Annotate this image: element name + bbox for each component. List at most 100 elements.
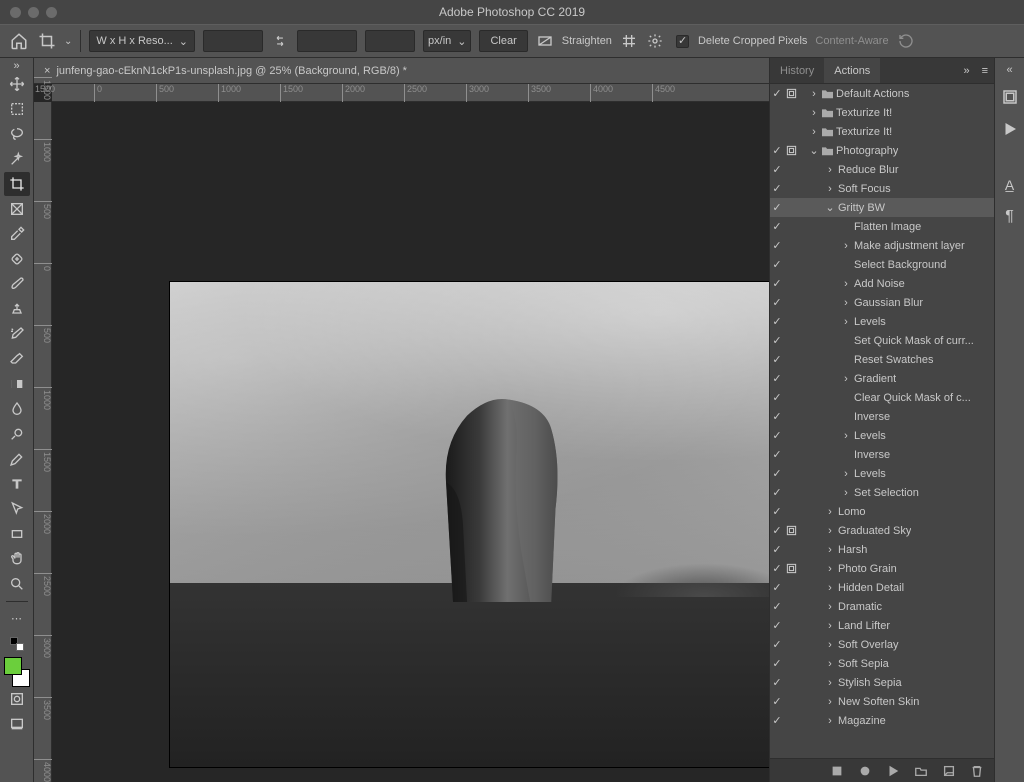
stop-icon[interactable] [830,764,844,778]
disclosure-icon[interactable]: › [824,183,836,195]
eraser-tool[interactable] [4,347,30,371]
panel-collapse-icon[interactable]: » [957,65,975,77]
disclosure-icon[interactable]: › [840,468,852,480]
action-row[interactable]: ✓›Make adjustment layer [770,236,994,255]
toggle-check-icon[interactable]: ✓ [770,486,784,499]
disclosure-icon[interactable]: › [824,506,836,518]
crop-options-gear-icon[interactable] [646,32,664,50]
action-row[interactable]: ✓›Harsh [770,540,994,559]
healing-brush-tool[interactable] [4,247,30,271]
trash-icon[interactable] [970,764,984,778]
toggle-check-icon[interactable]: ✓ [770,619,784,632]
record-icon[interactable] [858,764,872,778]
close-tab-icon[interactable]: × [44,65,50,77]
action-row[interactable]: ✓›Magazine [770,711,994,730]
close-window-button[interactable] [10,7,21,18]
marquee-tool[interactable] [4,97,30,121]
toggle-check-icon[interactable]: ✓ [770,353,784,366]
action-row[interactable]: ✓›Gaussian Blur [770,293,994,312]
disclosure-icon[interactable]: › [840,297,852,309]
modal-control-icon[interactable] [784,88,798,99]
action-row[interactable]: ✓Inverse [770,407,994,426]
toggle-check-icon[interactable]: ✓ [770,87,784,100]
toggle-check-icon[interactable]: ✓ [770,391,784,404]
action-row[interactable]: ✓›Soft Overlay [770,635,994,654]
disclosure-icon[interactable]: › [808,107,820,119]
canvas-viewport[interactable] [52,102,769,782]
action-row[interactable]: ✓›Photo Grain [770,559,994,578]
action-row[interactable]: ✓›Levels [770,464,994,483]
toggle-check-icon[interactable]: ✓ [770,144,784,157]
crop-preset-select[interactable]: W x H x Reso...⌄ [89,30,195,52]
toggle-check-icon[interactable]: ✓ [770,201,784,214]
action-row[interactable]: ›Texturize It! [770,103,994,122]
action-row[interactable]: ✓Reset Swatches [770,350,994,369]
panel-menu-icon[interactable]: ≡ [976,65,994,77]
disclosure-icon[interactable]: › [824,620,836,632]
paragraph-panel-icon[interactable]: ¶ [999,206,1021,228]
disclosure-icon[interactable]: › [840,430,852,442]
toggle-check-icon[interactable]: ✓ [770,182,784,195]
toggle-check-icon[interactable]: ✓ [770,410,784,423]
action-row[interactable]: ✓›Hidden Detail [770,578,994,597]
history-tab[interactable]: History [770,58,824,83]
disclosure-icon[interactable]: › [824,658,836,670]
straighten-icon[interactable] [536,32,554,50]
minimize-window-button[interactable] [28,7,39,18]
frame-tool[interactable] [4,197,30,221]
toggle-check-icon[interactable]: ✓ [770,220,784,233]
document-image[interactable] [170,282,769,767]
action-row[interactable]: ✓›Lomo [770,502,994,521]
disclosure-icon[interactable]: ⌄ [824,201,836,214]
action-row[interactable]: ✓›Set Selection [770,483,994,502]
actions-tree[interactable]: ✓›Default Actions›Texturize It!›Texturiz… [770,84,994,758]
toggle-check-icon[interactable]: ✓ [770,429,784,442]
history-brush-tool[interactable] [4,322,30,346]
color-swatches[interactable] [4,657,30,687]
character-panel-icon[interactable]: A̲ [999,174,1021,196]
pen-tool[interactable] [4,447,30,471]
move-tool[interactable] [4,72,30,96]
blur-tool[interactable] [4,397,30,421]
action-row[interactable]: ✓›Levels [770,426,994,445]
disclosure-icon[interactable]: › [808,126,820,138]
zoom-tool[interactable] [4,572,30,596]
action-row[interactable]: ✓›Soft Sepia [770,654,994,673]
toggle-check-icon[interactable]: ✓ [770,600,784,613]
toggle-check-icon[interactable]: ✓ [770,657,784,670]
vertical-ruler[interactable]: 1500100050005001000150020002500300035004… [34,102,52,782]
action-row[interactable]: ✓›New Soften Skin [770,692,994,711]
toggle-check-icon[interactable]: ✓ [770,372,784,385]
disclosure-icon[interactable]: › [840,278,852,290]
action-row[interactable]: ✓⌄Photography [770,141,994,160]
magic-wand-tool[interactable] [4,147,30,171]
play-icon[interactable] [886,764,900,778]
toggle-check-icon[interactable]: ✓ [770,543,784,556]
new-set-icon[interactable] [914,764,928,778]
action-row[interactable]: ✓›Add Noise [770,274,994,293]
toggle-check-icon[interactable]: ✓ [770,239,784,252]
action-row[interactable]: ✓›Dramatic [770,597,994,616]
action-row[interactable]: ✓›Reduce Blur [770,160,994,179]
toggle-check-icon[interactable]: ✓ [770,581,784,594]
reset-crop-icon[interactable] [897,32,915,50]
action-row[interactable]: ✓›Land Lifter [770,616,994,635]
action-row[interactable]: ✓›Soft Focus [770,179,994,198]
action-row[interactable]: ✓›Graduated Sky [770,521,994,540]
disclosure-icon[interactable]: › [808,88,820,100]
screen-mode-button[interactable] [4,712,30,736]
type-tool[interactable] [4,472,30,496]
toggle-check-icon[interactable]: ✓ [770,277,784,290]
toggle-check-icon[interactable]: ✓ [770,315,784,328]
delete-cropped-input[interactable] [676,35,689,48]
disclosure-icon[interactable]: › [824,715,836,727]
edit-toolbar-button[interactable]: ⋯ [4,606,30,630]
resolution-unit-select[interactable]: px/in⌄ [423,30,471,52]
toggle-check-icon[interactable]: ✓ [770,467,784,480]
disclosure-icon[interactable]: › [840,487,852,499]
action-row[interactable]: ✓›Gradient [770,369,994,388]
lasso-tool[interactable] [4,122,30,146]
modal-control-icon[interactable] [784,525,798,536]
toolbar-expand-icon[interactable]: » [0,60,33,72]
disclosure-icon[interactable]: › [840,240,852,252]
